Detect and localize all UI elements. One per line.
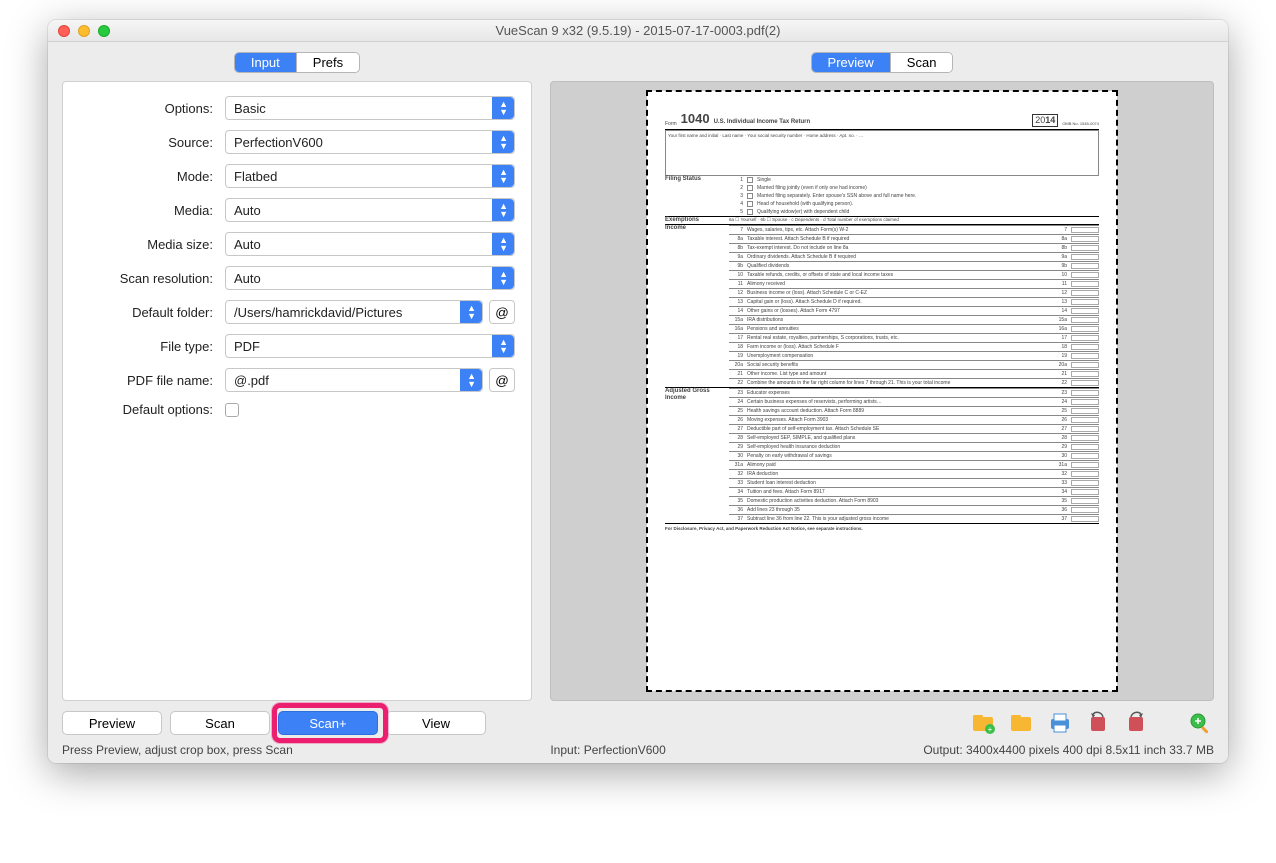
filetype-label: File type: <box>79 339 219 354</box>
mode-select[interactable]: Flatbed▲▼ <box>225 164 515 188</box>
view-button[interactable]: View <box>386 711 486 735</box>
folder-input[interactable]: /Users/hamrickdavid/Pictures▲▼ <box>225 300 483 324</box>
scan-button[interactable]: Scan <box>170 711 270 735</box>
source-select[interactable]: PerfectionV600▲▼ <box>225 130 515 154</box>
bottom-bar: Preview Scan Scan+ View + <box>48 701 1228 741</box>
mediasize-label: Media size: <box>79 237 219 252</box>
status-left: Press Preview, adjust crop box, press Sc… <box>62 743 293 757</box>
tab-scan[interactable]: Scan <box>891 53 953 72</box>
print-icon[interactable] <box>1046 709 1074 737</box>
preview-area[interactable]: Form 1040 U.S. Individual Income Tax Ret… <box>550 81 1214 701</box>
app-window: VueScan 9 x32 (9.5.19) - 2015-07-17-0003… <box>48 20 1228 763</box>
tab-preview[interactable]: Preview <box>812 53 891 72</box>
svg-text:+: + <box>988 725 993 734</box>
chevron-updown-icon: ▲▼ <box>499 100 508 116</box>
mediasize-select[interactable]: Auto▲▼ <box>225 232 515 256</box>
tab-input[interactable]: Input <box>235 53 297 72</box>
document-preview: Form 1040 U.S. Individual Income Tax Ret… <box>647 91 1117 691</box>
scan-plus-button[interactable]: Scan+ <box>278 711 378 735</box>
pdfname-label: PDF file name: <box>79 373 219 388</box>
status-bar: Press Preview, adjust crop box, press Sc… <box>48 741 1228 763</box>
filetype-select[interactable]: PDF▲▼ <box>225 334 515 358</box>
right-tab-seg: Preview Scan <box>811 52 954 73</box>
folder-browse-button[interactable]: @ <box>489 300 515 324</box>
rotate-left-icon[interactable] <box>1084 709 1112 737</box>
tab-prefs[interactable]: Prefs <box>297 53 359 72</box>
scanres-label: Scan resolution: <box>79 271 219 286</box>
pdfname-at-button[interactable]: @ <box>489 368 515 392</box>
rotate-right-icon[interactable] <box>1122 709 1150 737</box>
folder-icon[interactable] <box>1008 709 1036 737</box>
window-title: VueScan 9 x32 (9.5.19) - 2015-07-17-0003… <box>48 23 1228 38</box>
source-label: Source: <box>79 135 219 150</box>
media-select[interactable]: Auto▲▼ <box>225 198 515 222</box>
settings-form: Options: Basic▲▼ Source: PerfectionV600▲… <box>62 81 532 701</box>
preview-button[interactable]: Preview <box>62 711 162 735</box>
media-label: Media: <box>79 203 219 218</box>
status-center: Input: PerfectionV600 <box>550 743 665 757</box>
titlebar: VueScan 9 x32 (9.5.19) - 2015-07-17-0003… <box>48 20 1228 42</box>
options-label: Options: <box>79 101 219 116</box>
toolbar-icons: + <box>970 709 1214 737</box>
defopts-label: Default options: <box>79 402 219 417</box>
folder-add-icon[interactable]: + <box>970 709 998 737</box>
action-button-row: Preview Scan Scan+ View <box>62 711 486 735</box>
scanres-select[interactable]: Auto▲▼ <box>225 266 515 290</box>
zoom-icon[interactable] <box>1186 709 1214 737</box>
mode-label: Mode: <box>79 169 219 184</box>
defopts-checkbox[interactable] <box>225 403 239 417</box>
status-right: Output: 3400x4400 pixels 400 dpi 8.5x11 … <box>923 743 1214 757</box>
pdfname-input[interactable]: @.pdf▲▼ <box>225 368 483 392</box>
left-tab-seg: Input Prefs <box>234 52 360 73</box>
options-select[interactable]: Basic▲▼ <box>225 96 515 120</box>
folder-label: Default folder: <box>79 305 219 320</box>
